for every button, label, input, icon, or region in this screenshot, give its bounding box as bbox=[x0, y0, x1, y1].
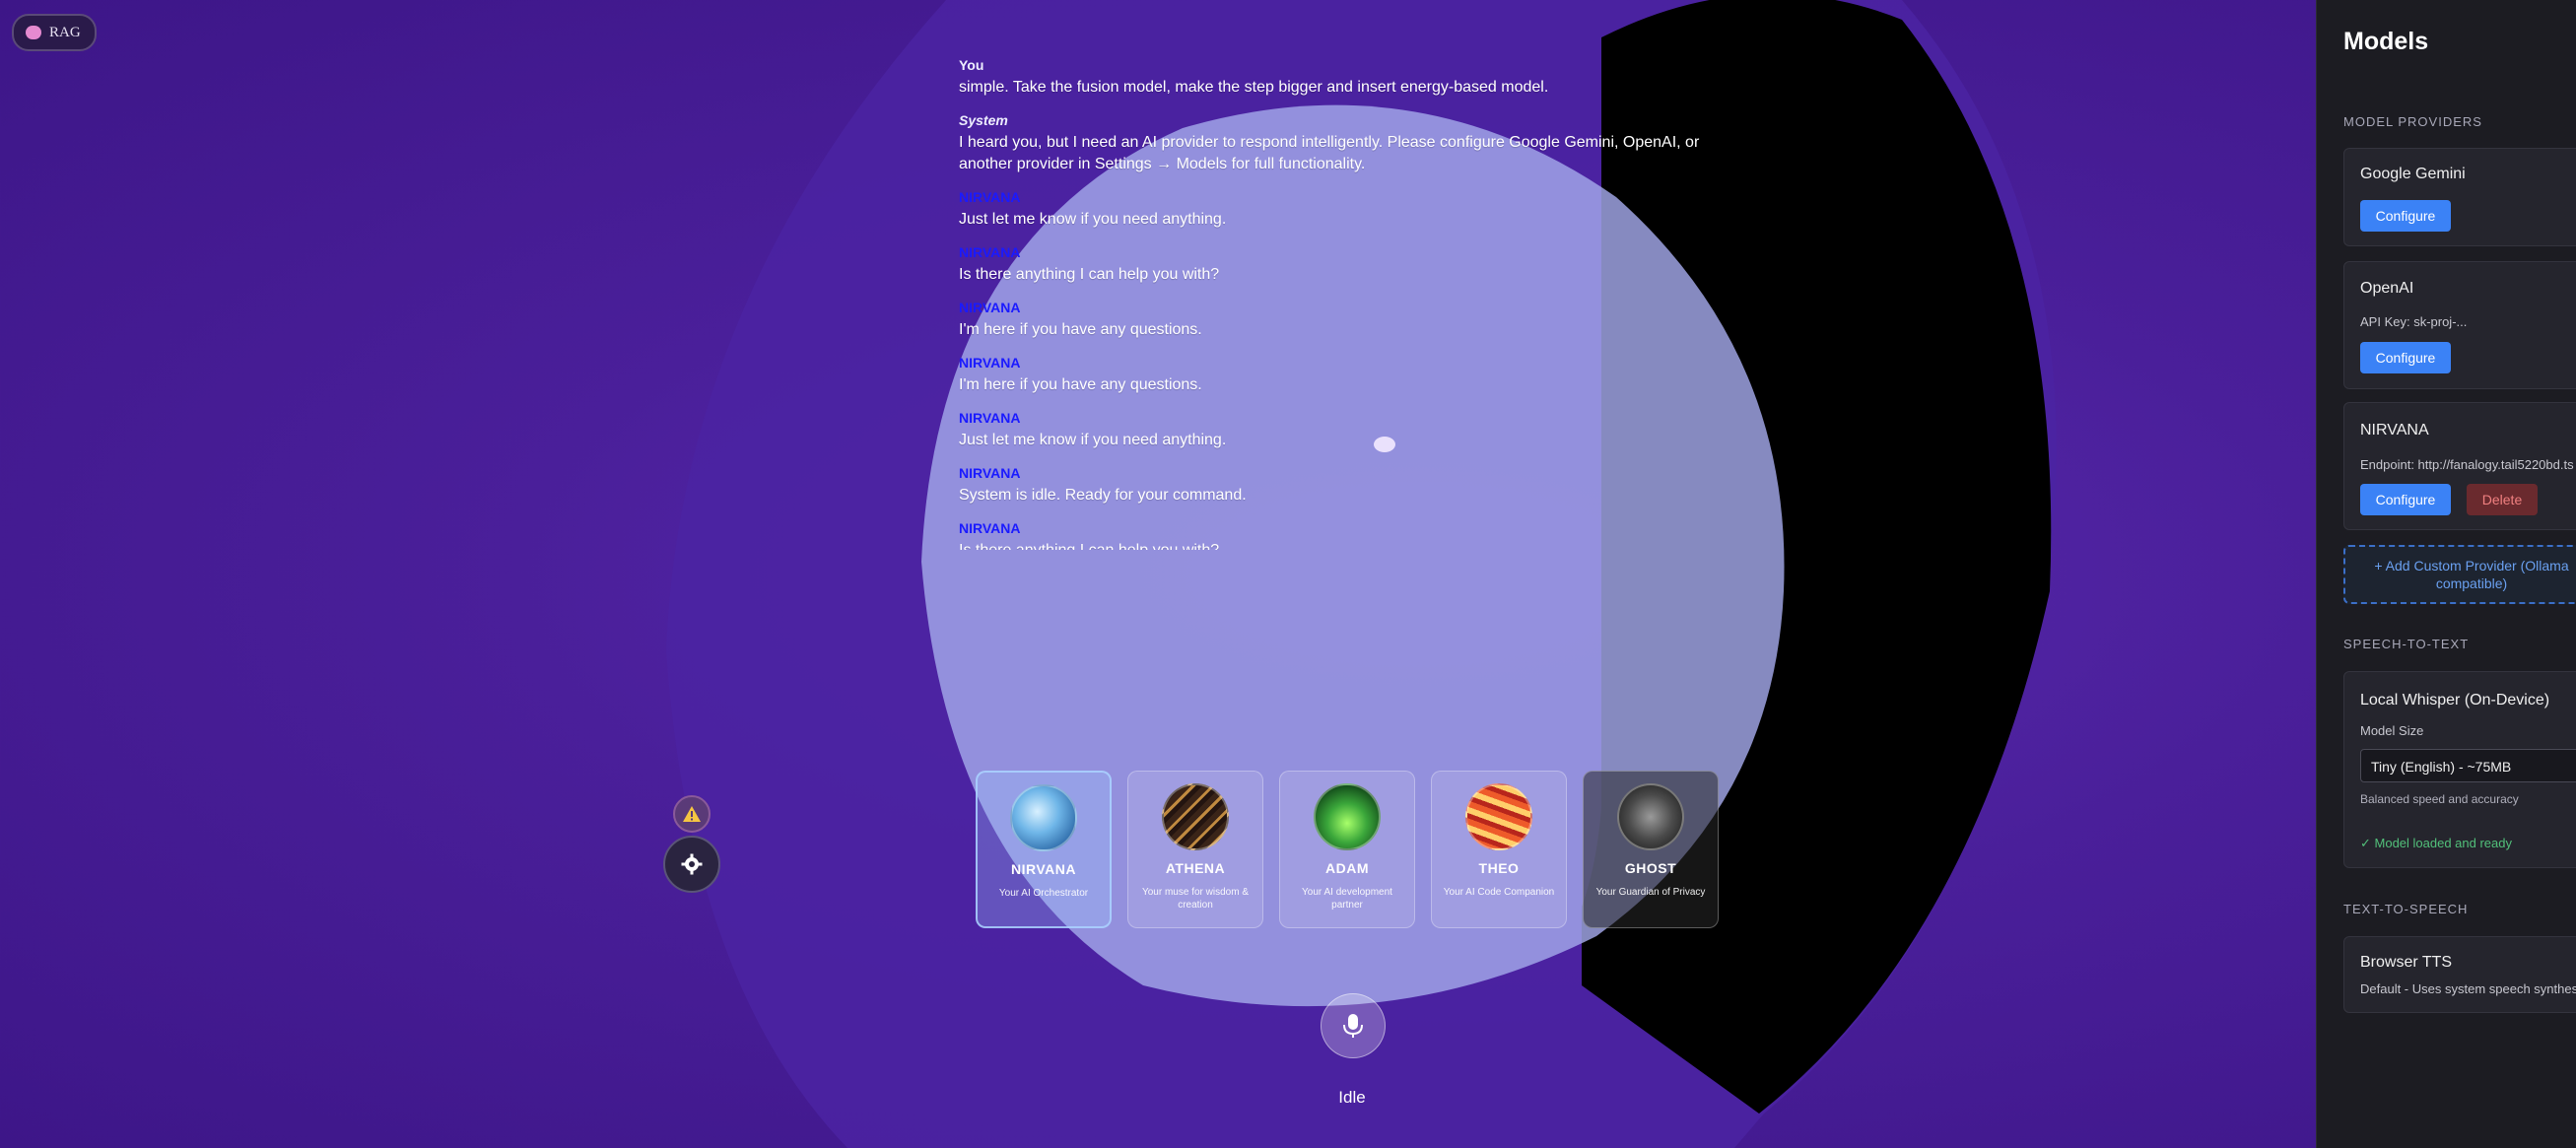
warning-icon bbox=[683, 806, 701, 822]
chat-message: System I heard you, but I need an AI pro… bbox=[959, 112, 1747, 175]
add-custom-provider-button[interactable]: + Add Custom Provider (Ollama compatible… bbox=[2343, 545, 2576, 604]
chat-message: NIRVANA Is there anything I can help you… bbox=[959, 520, 1747, 550]
agent-avatar bbox=[1010, 784, 1077, 851]
chat-message: NIRVANA Just let me know if you need any… bbox=[959, 410, 1747, 451]
message-sender: NIRVANA bbox=[959, 189, 1021, 205]
rag-badge[interactable]: RAG bbox=[12, 14, 97, 51]
tts-engine-detail: Default - Uses system speech synthesis bbox=[2360, 981, 2576, 996]
message-sender: NIRVANA bbox=[959, 244, 1021, 260]
panel-title: Models bbox=[2343, 28, 2429, 55]
configure-button[interactable]: Configure bbox=[2360, 200, 2451, 232]
message-text: I'm here if you have any questions. bbox=[959, 321, 1202, 338]
agent-avatar bbox=[1617, 783, 1684, 850]
provider-card-nirvana: NIRVANA Endpoint: http://fanalogy.tail52… bbox=[2343, 402, 2576, 530]
agent-avatar bbox=[1162, 783, 1229, 850]
model-size-label: Model Size bbox=[2360, 723, 2424, 738]
tts-card: Browser TTS Default - Uses system speech… bbox=[2343, 936, 2576, 1013]
configure-button[interactable]: Configure bbox=[2360, 342, 2451, 373]
chat-message: You simple. Take the fusion model, make … bbox=[959, 57, 1747, 99]
stt-card: Local Whisper (On-Device) Model Size Tin… bbox=[2343, 671, 2576, 868]
agent-description: Your AI Code Companion bbox=[1443, 887, 1555, 898]
message-sender: System bbox=[959, 112, 1008, 128]
provider-name: OpenAI bbox=[2360, 280, 2414, 297]
message-sender: You bbox=[959, 57, 984, 73]
message-sender: NIRVANA bbox=[959, 300, 1021, 315]
status-label: Idle bbox=[1338, 1088, 1366, 1107]
agent-card-theo[interactable]: THEO Your AI Code Companion bbox=[1431, 771, 1567, 928]
agent-name: THEO bbox=[1478, 860, 1520, 876]
chat-log[interactable]: You simple. Take the fusion model, make … bbox=[959, 57, 1747, 550]
message-text: System is idle. Ready for your command. bbox=[959, 487, 1247, 504]
message-text: Is there anything I can help you with? bbox=[959, 540, 1747, 550]
settings-button[interactable] bbox=[663, 836, 720, 893]
chat-message: NIRVANA Just let me know if you need any… bbox=[959, 189, 1747, 231]
gear-icon bbox=[681, 853, 703, 875]
provider-name: Google Gemini bbox=[2360, 166, 2466, 182]
chat-message: NIRVANA Is there anything I can help you… bbox=[959, 244, 1747, 286]
message-sender: NIRVANA bbox=[959, 410, 1021, 426]
message-sender: NIRVANA bbox=[959, 355, 1021, 371]
configure-button[interactable]: Configure bbox=[2360, 484, 2451, 515]
agent-card-adam[interactable]: ADAM Your AI development partner bbox=[1279, 771, 1415, 928]
providers-section-label: MODEL PROVIDERS bbox=[2343, 114, 2482, 129]
agent-description: Your AI development partner bbox=[1302, 887, 1392, 911]
agent-avatar bbox=[1465, 783, 1532, 850]
agent-name: ADAM bbox=[1325, 860, 1369, 876]
message-sender: NIRVANA bbox=[959, 465, 1021, 481]
message-text: Just let me know if you need anything. bbox=[959, 211, 1227, 228]
tts-section-label: TEXT-TO-SPEECH bbox=[2343, 902, 2469, 916]
provider-detail: API Key: sk-proj-... bbox=[2360, 314, 2468, 329]
model-ready-status: ✓ Model loaded and ready bbox=[2360, 836, 2512, 850]
provider-detail: Endpoint: http://fanalogy.tail5220bd.ts bbox=[2360, 457, 2574, 472]
microphone-icon bbox=[1343, 1014, 1363, 1038]
provider-card-google-gemini: Google Gemini Configure bbox=[2343, 148, 2576, 246]
message-sender: NIRVANA bbox=[959, 520, 1021, 536]
chat-message: NIRVANA I'm here if you have any questio… bbox=[959, 355, 1747, 396]
microphone-button[interactable] bbox=[1321, 993, 1386, 1058]
stt-model-name: Local Whisper (On-Device) bbox=[2360, 692, 2550, 709]
chat-message: NIRVANA System is idle. Ready for your c… bbox=[959, 465, 1747, 506]
brain-icon bbox=[26, 26, 41, 39]
agent-card-athena[interactable]: ATHENA Your muse for wisdom & creation bbox=[1127, 771, 1263, 928]
message-text: Is there anything I can help you with? bbox=[959, 266, 1220, 283]
message-text: simple. Take the fusion model, make the … bbox=[959, 79, 1549, 96]
agent-description: Your Guardian of Privacy bbox=[1595, 887, 1706, 898]
agent-name: ATHENA bbox=[1165, 860, 1226, 876]
agent-selector: NIRVANA Your AI Orchestrator ATHENA Your… bbox=[976, 771, 1719, 928]
agent-name: GHOST bbox=[1624, 860, 1677, 876]
chat-message: NIRVANA I'm here if you have any questio… bbox=[959, 300, 1747, 341]
agent-card-nirvana[interactable]: NIRVANA Your AI Orchestrator bbox=[976, 771, 1112, 928]
message-text: I'm here if you have any questions. bbox=[959, 376, 1202, 393]
stt-section-label: SPEECH-TO-TEXT bbox=[2343, 637, 2470, 651]
agent-description: Your muse for wisdom & creation bbox=[1141, 887, 1249, 911]
delete-button[interactable]: Delete bbox=[2467, 484, 2538, 515]
agent-card-ghost[interactable]: GHOST Your Guardian of Privacy bbox=[1583, 771, 1719, 928]
tts-engine-name: Browser TTS bbox=[2360, 954, 2453, 971]
message-text: Just let me know if you need anything. bbox=[959, 432, 1227, 448]
warning-button[interactable] bbox=[673, 795, 711, 833]
agent-description: Your AI Orchestrator bbox=[998, 888, 1089, 899]
agent-avatar bbox=[1314, 783, 1381, 850]
rag-label: RAG bbox=[49, 24, 81, 40]
model-size-select[interactable]: Tiny (English) - ~75MB bbox=[2360, 749, 2576, 782]
message-text: I heard you, but I need an AI provider t… bbox=[959, 134, 1700, 172]
agent-name: NIRVANA bbox=[1011, 861, 1076, 877]
provider-name: NIRVANA bbox=[2360, 422, 2429, 439]
models-panel: Models MODEL PROVIDERS Google Gemini Con… bbox=[2316, 0, 2576, 1148]
model-size-hint: Balanced speed and accuracy bbox=[2360, 792, 2519, 806]
provider-card-openai: OpenAI API Key: sk-proj-... Configure bbox=[2343, 261, 2576, 389]
